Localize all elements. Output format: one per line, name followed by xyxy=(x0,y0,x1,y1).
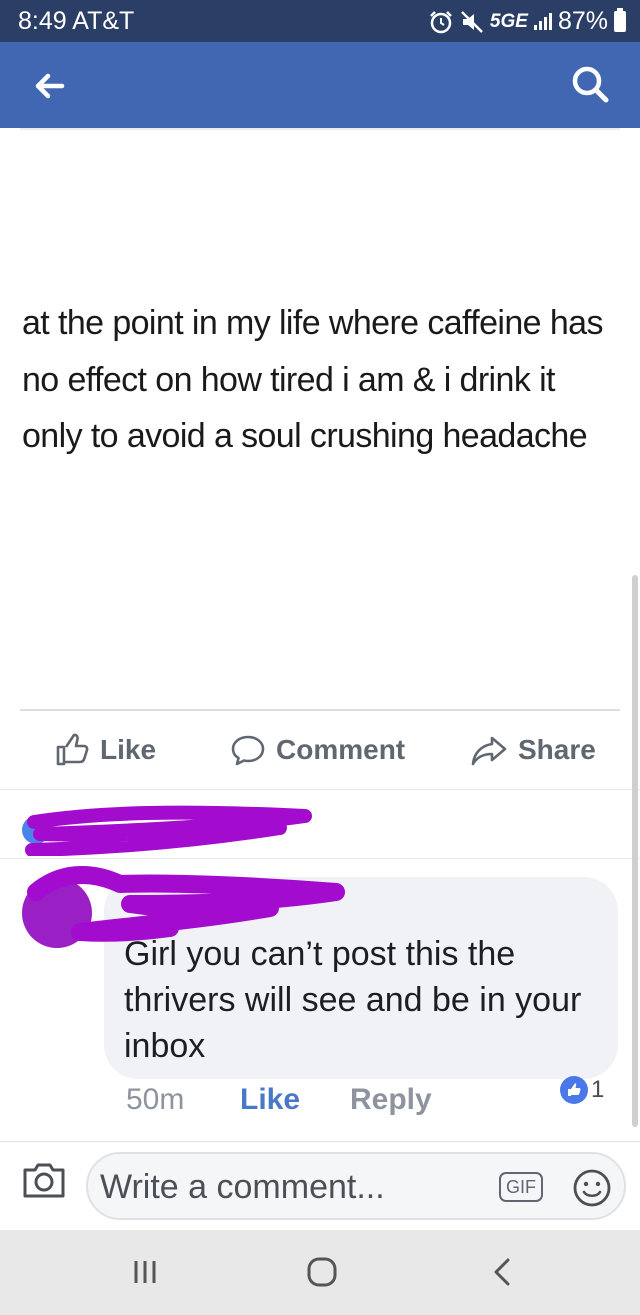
search-icon xyxy=(572,66,609,103)
gif-button[interactable]: GIF xyxy=(499,1172,543,1202)
camera-button[interactable] xyxy=(20,1158,68,1202)
like-label: Like xyxy=(100,734,157,765)
comments-divider xyxy=(0,858,640,859)
search-button[interactable] xyxy=(568,62,612,106)
like-reaction-icon xyxy=(560,1076,588,1104)
emoji-button[interactable] xyxy=(570,1166,614,1210)
home-icon xyxy=(307,1257,337,1287)
image-border xyxy=(20,128,620,130)
reactor-row[interactable] xyxy=(0,790,640,858)
post-divider xyxy=(20,709,620,711)
share-button[interactable]: Share xyxy=(470,730,596,770)
battery-percent: 87% xyxy=(557,7,608,35)
comment-reply-button[interactable]: Reply xyxy=(350,1083,432,1123)
alarm-icon xyxy=(430,10,452,33)
network-label: 5GE xyxy=(489,10,528,32)
status-icons: 5GE 87% xyxy=(428,7,626,36)
back-button[interactable] xyxy=(28,64,72,108)
system-nav-bar xyxy=(0,1230,640,1315)
status-time: 8:49 AT&T xyxy=(18,7,135,35)
arrow-left-icon xyxy=(35,73,65,99)
comment-button[interactable]: Comment xyxy=(230,730,405,770)
signal-icon xyxy=(533,12,552,30)
recents-icon xyxy=(134,1261,156,1283)
comment-composer: Write a comment... GIF xyxy=(0,1142,640,1230)
comment-text: Girl you can’t post this the thrivers wi… xyxy=(124,935,582,1065)
home-button[interactable] xyxy=(306,1256,338,1288)
share-label: Share xyxy=(518,734,596,765)
smiley-icon xyxy=(573,1169,611,1207)
thumbs-up-icon xyxy=(56,733,89,766)
comment-reactions[interactable]: 1 xyxy=(560,1073,604,1107)
comment-timestamp: 50m xyxy=(126,1083,185,1116)
post-actions: Like Comment Share xyxy=(0,716,640,784)
scrollbar[interactable] xyxy=(632,575,638,1127)
nav-back-button[interactable] xyxy=(488,1256,518,1288)
like-button[interactable]: Like xyxy=(54,730,156,770)
comment-label: Comment xyxy=(276,734,406,765)
comment-placeholder: Write a comment... xyxy=(100,1168,385,1206)
redaction-scribble xyxy=(25,805,312,856)
mute-icon xyxy=(461,10,483,33)
battery-icon xyxy=(614,8,626,32)
post-image[interactable]: at the point in my life where caffeine h… xyxy=(0,128,640,710)
chevron-left-icon xyxy=(494,1258,510,1286)
status-bar: 8:49 AT&T 5GE 87% xyxy=(0,0,640,42)
app-header xyxy=(0,42,640,128)
recents-button[interactable] xyxy=(130,1257,160,1287)
speech-bubble-icon xyxy=(231,735,265,766)
share-arrow-icon xyxy=(471,736,507,766)
camera-icon xyxy=(23,1163,65,1198)
comment-input[interactable]: Write a comment... GIF xyxy=(86,1152,626,1220)
reaction-count: 1 xyxy=(591,1076,605,1103)
post-text: at the point in my life where caffeine h… xyxy=(22,304,603,455)
comment-like-button[interactable]: Like xyxy=(240,1083,300,1123)
